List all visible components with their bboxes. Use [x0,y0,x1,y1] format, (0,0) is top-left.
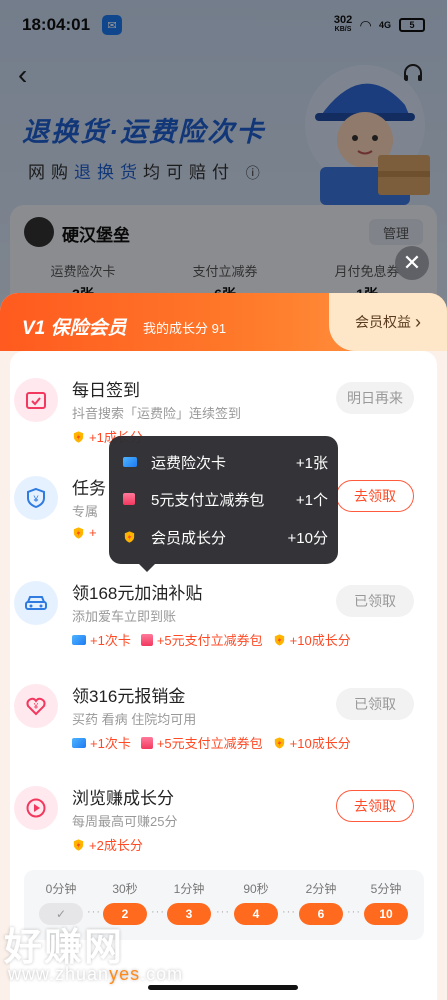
card-icon [72,737,86,748]
reward-growth: +10成长分 [273,733,351,752]
timeline-label: 1分钟 [173,882,205,896]
reward-growth: +10成长分 [273,630,351,649]
task-title: 浏览赚成长分 [72,789,174,808]
member-benefits-button[interactable]: 会员权益 › [329,293,447,351]
task-button-tomorrow[interactable]: 明日再来 [336,382,414,414]
task-desc: 添加爱车立即到账 [72,609,177,624]
task-desc: 每周最高可赚25分 [72,814,178,829]
card-icon [72,634,86,645]
svg-text:¥: ¥ [32,494,39,504]
task-fuel-subsidy: 领168元加油补贴 添加爱车立即到账 +1次卡 +5元支付立减券包 +10成长分… [14,573,434,673]
calendar-icon [14,378,58,422]
coupon-icon [140,736,153,749]
shield-icon: ¥ [14,476,58,520]
reward-tooltip: 运费险次卡 +1张 5元支付立减券包 +1个 会员成长分 +10分 [109,436,338,572]
growth-shield-icon [274,633,284,646]
tooltip-row: 运费险次卡 +1张 [123,449,328,475]
growth-shield-icon [73,526,84,539]
watermark-url: www.zhuanyes.com [8,964,184,984]
yen-heart-icon: ¥ [14,684,58,728]
timeline-step: 4 [234,903,278,925]
task-button-claim[interactable]: 去领取 [336,480,414,512]
task-desc: 抖音搜索「运费险」连续签到 [72,406,242,421]
timeline-connector: ··· [216,906,230,918]
member-level: V1 保险会员 [22,318,127,339]
timeline-label: 5分钟 [370,882,402,896]
tooltip-row: 会员成长分 +10分 [123,524,328,550]
task-rewards: +1次卡 +5元支付立减券包 +10成长分 [72,630,351,649]
watermark-brand: 好赚网 [4,927,125,969]
reward-card: +1次卡 [72,733,131,752]
task-rewards: +1次卡 +5元支付立减券包 +10成长分 [72,733,351,752]
close-button[interactable]: ✕ [395,246,429,280]
home-indicator[interactable] [148,985,298,990]
growth-shield-icon [123,530,139,544]
task-title: 领316元报销金 [72,687,186,706]
timeline-label: 90秒 [243,882,269,896]
timeline-connector: ··· [282,906,296,918]
coupon-icon [140,633,153,646]
task-title: 领168元加油补贴 [72,584,203,603]
car-icon [14,581,58,625]
card-icon [123,457,139,467]
growth-shield-icon [73,838,84,851]
close-icon: ✕ [402,250,422,275]
timeline-label: 0分钟 [45,882,77,896]
timeline-label: 2分钟 [305,882,337,896]
task-rewards: + [72,525,97,540]
timeline-step: 3 [167,903,211,925]
task-browse: 浏览赚成长分 每周最高可赚25分 +2成长分 去领取 [14,778,434,878]
timeline-label: 30秒 [112,882,138,896]
timeline-step: 10 [364,903,408,925]
task-button-claimed[interactable]: 已领取 [336,688,414,720]
timeline-connector: ··· [151,906,165,918]
timeline-connector: ··· [347,906,361,918]
growth-shield-icon [274,736,284,749]
task-button-claimed[interactable]: 已领取 [336,585,414,617]
reward-coupon: +5元支付立减券包 [140,733,263,752]
task-title: 任务 [72,479,106,498]
tooltip-row: 5元支付立减券包 +1个 [123,486,328,512]
task-desc: 专属 [72,504,99,519]
sheet-header: V1 保险会员 我的成长分 91 会员权益 › [0,293,447,351]
task-rewards: +2成长分 [72,835,143,854]
coupon-icon [123,493,139,505]
growth-score: 我的成长分 91 [143,321,227,336]
svg-text:¥: ¥ [33,702,39,711]
reward-card: +1次卡 [72,630,131,649]
reward-growth: +2成长分 [72,835,143,854]
task-desc: 买药 看病 住院均可用 [72,712,197,727]
play-icon [14,786,58,830]
growth-shield-icon [73,430,84,443]
reward-coupon: +5元支付立减券包 [140,630,263,649]
reward-growth: + [72,525,97,540]
chevron-right-icon: › [415,311,421,332]
timeline-step: 6 [299,903,343,925]
task-reimbursement: ¥ 领316元报销金 买药 看病 住院均可用 +1次卡 +5元支付立减券包 +1… [14,676,434,776]
task-title: 每日签到 [72,381,140,400]
task-button-claim[interactable]: 去领取 [336,790,414,822]
